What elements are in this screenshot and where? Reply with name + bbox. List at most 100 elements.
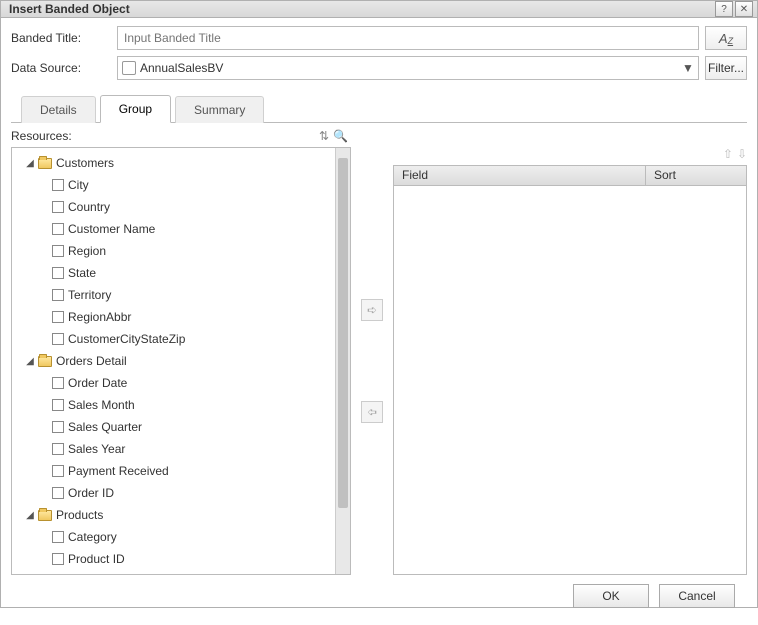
folder-label: Customers [56, 156, 114, 170]
checkbox-icon[interactable] [52, 399, 64, 411]
checkbox-icon[interactable] [52, 245, 64, 257]
banded-title-row: Banded Title: AZ [11, 26, 747, 50]
tree-item[interactable]: City [12, 174, 335, 196]
tree-folder[interactable]: ◢ Orders Detail [12, 350, 335, 372]
tab-summary[interactable]: Summary [175, 96, 264, 123]
tree-item[interactable]: Product ID [12, 548, 335, 570]
add-field-button[interactable]: ➪ [361, 299, 383, 321]
item-label: State [68, 266, 96, 280]
sort-toggle-icon[interactable]: ⇅ [317, 129, 331, 143]
cancel-button[interactable]: Cancel [659, 584, 735, 608]
checkbox-icon[interactable] [52, 377, 64, 389]
tree-item[interactable]: CustomerCityStateZip [12, 328, 335, 350]
item-label: City [68, 178, 89, 192]
folder-label: Products [56, 508, 103, 522]
right-wrap: ⇧ ⇩ Field Sort [393, 147, 747, 575]
tree-scrollbar[interactable] [335, 148, 350, 574]
tab-group[interactable]: Group [100, 95, 171, 123]
expand-icon[interactable]: ◢ [22, 158, 38, 169]
checkbox-icon[interactable] [52, 201, 64, 213]
checkbox-icon[interactable] [52, 267, 64, 279]
tree-item[interactable]: Region [12, 240, 335, 262]
folder-icon [38, 356, 52, 367]
checkbox-icon[interactable] [52, 289, 64, 301]
checkbox-icon[interactable] [52, 487, 64, 499]
selected-fields-panel: Field Sort [393, 165, 747, 575]
checkbox-icon[interactable] [52, 443, 64, 455]
checkbox-icon[interactable] [52, 553, 64, 565]
ok-button[interactable]: OK [573, 584, 649, 608]
item-label: Sales Month [68, 398, 135, 412]
tree-item[interactable]: Order Date [12, 372, 335, 394]
resources-sort-icons: ⇅ 🔍 [317, 129, 347, 143]
checkbox-icon[interactable] [52, 333, 64, 345]
panels: ◢ Customers City Country Customer Name Region… [11, 147, 747, 575]
tree-item[interactable]: Sales Year [12, 438, 335, 460]
checkbox-icon[interactable] [52, 311, 64, 323]
item-label: Order ID [68, 486, 114, 500]
font-style-button[interactable]: AZ [705, 26, 747, 50]
grid-body[interactable] [394, 186, 746, 574]
scroll-thumb[interactable] [338, 158, 348, 508]
tree-item[interactable]: Customer Name [12, 218, 335, 240]
folder-label: Orders Detail [56, 354, 127, 368]
dialog-title: Insert Banded Object [9, 2, 713, 16]
item-label: Sales Year [68, 442, 125, 456]
item-label: Country [68, 200, 110, 214]
move-up-icon[interactable]: ⇧ [723, 147, 733, 161]
search-icon[interactable]: 🔍 [333, 129, 347, 143]
remove-field-button[interactable]: ➪ [361, 401, 383, 423]
data-source-combo[interactable]: AnnualSalesBV ▼ [117, 56, 699, 80]
tree-item[interactable]: Payment Received [12, 460, 335, 482]
expand-icon[interactable]: ◢ [22, 356, 38, 367]
transfer-buttons: ➪ ➪ [359, 147, 385, 575]
filter-button[interactable]: Filter... [705, 56, 747, 80]
resources-header: Resources: ⇅ 🔍 [11, 129, 747, 143]
tree-item[interactable]: Sales Quarter [12, 416, 335, 438]
tree-item[interactable]: Territory [12, 284, 335, 306]
resources-tree[interactable]: ◢ Customers City Country Customer Name Region… [12, 148, 335, 574]
dialog: Insert Banded Object ? ✕ Banded Title: A… [0, 0, 758, 608]
folder-icon [38, 158, 52, 169]
data-source-row: Data Source: AnnualSalesBV ▼ Filter... [11, 56, 747, 80]
expand-icon[interactable]: ◢ [22, 510, 38, 521]
chevron-down-icon[interactable]: ▼ [678, 61, 698, 75]
tree-item[interactable]: Category [12, 526, 335, 548]
item-label: RegionAbbr [68, 310, 131, 324]
tree-item[interactable]: Sales Month [12, 394, 335, 416]
tab-details[interactable]: Details [21, 96, 96, 123]
tree-item[interactable]: Order ID [12, 482, 335, 504]
checkbox-icon[interactable] [52, 531, 64, 543]
item-label: Region [68, 244, 106, 258]
tree-item[interactable]: RegionAbbr [12, 306, 335, 328]
item-label: Payment Received [68, 464, 169, 478]
folder-icon [38, 510, 52, 521]
help-button[interactable]: ? [715, 1, 733, 17]
dialog-footer: OK Cancel [11, 575, 747, 617]
dialog-body: Banded Title: AZ Data Source: AnnualSale… [1, 18, 757, 625]
tree-item[interactable]: Country [12, 196, 335, 218]
item-label: Territory [68, 288, 111, 302]
item-label: Order Date [68, 376, 127, 390]
tree-folder[interactable]: ◢ Customers [12, 152, 335, 174]
item-label: CustomerCityStateZip [68, 332, 185, 346]
banded-title-input[interactable] [117, 26, 699, 50]
item-label: Product ID [68, 552, 125, 566]
resources-label: Resources: [11, 129, 317, 143]
data-source-value: AnnualSalesBV [140, 61, 678, 75]
column-field[interactable]: Field [394, 166, 646, 185]
close-button[interactable]: ✕ [735, 1, 753, 17]
checkbox-icon[interactable] [52, 421, 64, 433]
tab-strip: Details Group Summary [11, 94, 747, 123]
reorder-icons: ⇧ ⇩ [393, 147, 747, 161]
grid-header: Field Sort [394, 166, 746, 186]
data-source-label: Data Source: [11, 61, 111, 75]
checkbox-icon[interactable] [52, 179, 64, 191]
banded-title-label: Banded Title: [11, 31, 111, 45]
tree-item[interactable]: State [12, 262, 335, 284]
checkbox-icon[interactable] [52, 223, 64, 235]
move-down-icon[interactable]: ⇩ [737, 147, 747, 161]
checkbox-icon[interactable] [52, 465, 64, 477]
tree-folder[interactable]: ◢ Products [12, 504, 335, 526]
column-sort[interactable]: Sort [646, 166, 746, 185]
